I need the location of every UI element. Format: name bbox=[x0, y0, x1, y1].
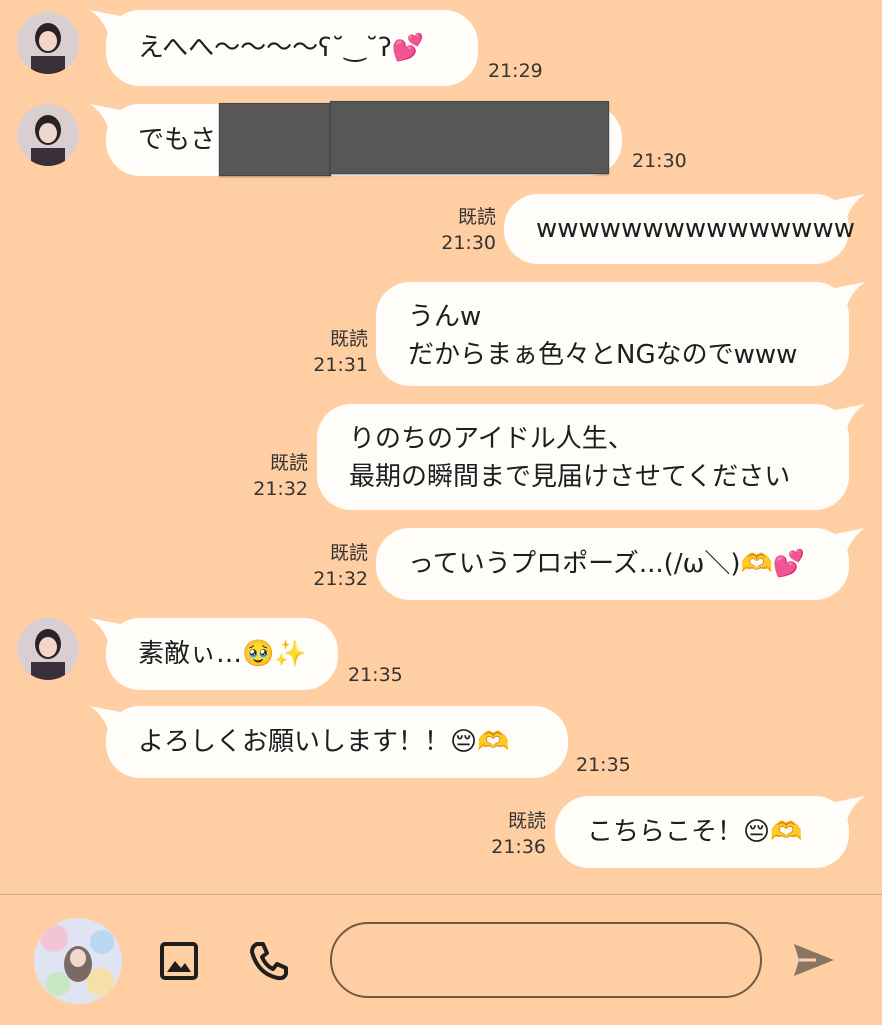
read-receipt: 既読 bbox=[507, 810, 546, 832]
redaction-block bbox=[219, 103, 331, 176]
message-text: 素敵ぃ…🥹✨ bbox=[138, 639, 307, 669]
message-bubble[interactable]: えへへ〜〜〜〜ʕ˘‿˘ʔ💕 bbox=[90, 10, 478, 86]
message-line: うんw bbox=[408, 302, 482, 332]
message-meta: 既読 21:30 bbox=[440, 204, 496, 256]
read-receipt: 既読 bbox=[329, 542, 368, 564]
message-text: wwwwwwwwwwwwwww bbox=[536, 214, 855, 244]
message-text: よろしくお願いします！！😔🫶 bbox=[138, 727, 510, 757]
bubble-tail bbox=[835, 282, 865, 306]
bubble-tail bbox=[835, 796, 865, 820]
bubble-tail bbox=[835, 404, 865, 428]
bubble-tail bbox=[835, 528, 865, 552]
message-bubble[interactable]: りのちのアイドル人生、 最期の瞬間まで見届けさせてください bbox=[317, 404, 865, 510]
message-meta: 既読 21:32 bbox=[312, 540, 368, 592]
message-line: だからまぁ色々とNGなのでwww bbox=[408, 340, 798, 370]
phone-icon[interactable] bbox=[248, 940, 290, 982]
image-icon[interactable] bbox=[160, 942, 198, 980]
message-time: 21:35 bbox=[576, 754, 631, 776]
message-bubble[interactable]: うんw だからまぁ色々とNGなのでwww bbox=[376, 282, 865, 386]
bubble-tail bbox=[90, 618, 120, 642]
message-bubble[interactable]: wwwwwwwwwwwwwww bbox=[504, 194, 865, 264]
message-time: 21:30 bbox=[441, 232, 496, 254]
message-bubble[interactable]: よろしくお願いします！！😔🫶 bbox=[90, 706, 568, 778]
message-text: でもさ bbox=[138, 125, 217, 155]
read-receipt: 既読 bbox=[329, 328, 368, 350]
bubble-tail bbox=[90, 706, 120, 730]
message-bubble[interactable]: こちらこそ！😔🫶 bbox=[555, 796, 865, 868]
message-meta: 既読 21:32 bbox=[252, 450, 308, 502]
message-line: 最期の瞬間まで見届けさせてください bbox=[349, 462, 791, 492]
message-bubble[interactable]: っていうプロポーズ...(/ω＼)🫶💕 bbox=[376, 528, 865, 600]
message-meta: 21:29 bbox=[488, 58, 543, 84]
message-meta: 既読 21:36 bbox=[490, 808, 546, 860]
message-meta: 21:35 bbox=[348, 662, 403, 688]
bubble-tail bbox=[835, 194, 865, 218]
message-line: りのちのアイドル人生、 bbox=[349, 424, 634, 454]
message-time: 21:32 bbox=[313, 568, 368, 590]
message-input[interactable] bbox=[330, 922, 762, 998]
message-time: 21:30 bbox=[632, 150, 687, 172]
my-avatar-button[interactable] bbox=[34, 918, 122, 1004]
message-time: 21:36 bbox=[491, 836, 546, 858]
message-text: こちらこそ！😔🫶 bbox=[587, 817, 803, 847]
message-time: 21:29 bbox=[488, 60, 543, 82]
send-icon[interactable] bbox=[792, 942, 836, 978]
bubble-tail bbox=[90, 104, 120, 128]
contact-avatar[interactable] bbox=[17, 618, 79, 680]
bubble-tail bbox=[90, 10, 120, 34]
read-receipt: 既読 bbox=[457, 206, 496, 228]
message-time: 21:35 bbox=[348, 664, 403, 686]
message-meta: 既読 21:31 bbox=[312, 326, 368, 378]
message-time: 21:32 bbox=[253, 478, 308, 500]
message-text: えへへ〜〜〜〜ʕ˘‿˘ʔ💕 bbox=[138, 33, 424, 63]
message-time: 21:31 bbox=[313, 354, 368, 376]
redaction-block bbox=[330, 101, 609, 174]
message-bubble[interactable]: 素敵ぃ…🥹✨ bbox=[90, 618, 338, 690]
message-text: っていうプロポーズ...(/ω＼)🫶💕 bbox=[408, 549, 806, 579]
read-receipt: 既読 bbox=[269, 452, 308, 474]
message-meta: 21:35 bbox=[576, 752, 631, 778]
contact-avatar[interactable] bbox=[17, 104, 79, 166]
message-meta: 21:30 bbox=[632, 148, 687, 174]
contact-avatar[interactable] bbox=[17, 12, 79, 74]
